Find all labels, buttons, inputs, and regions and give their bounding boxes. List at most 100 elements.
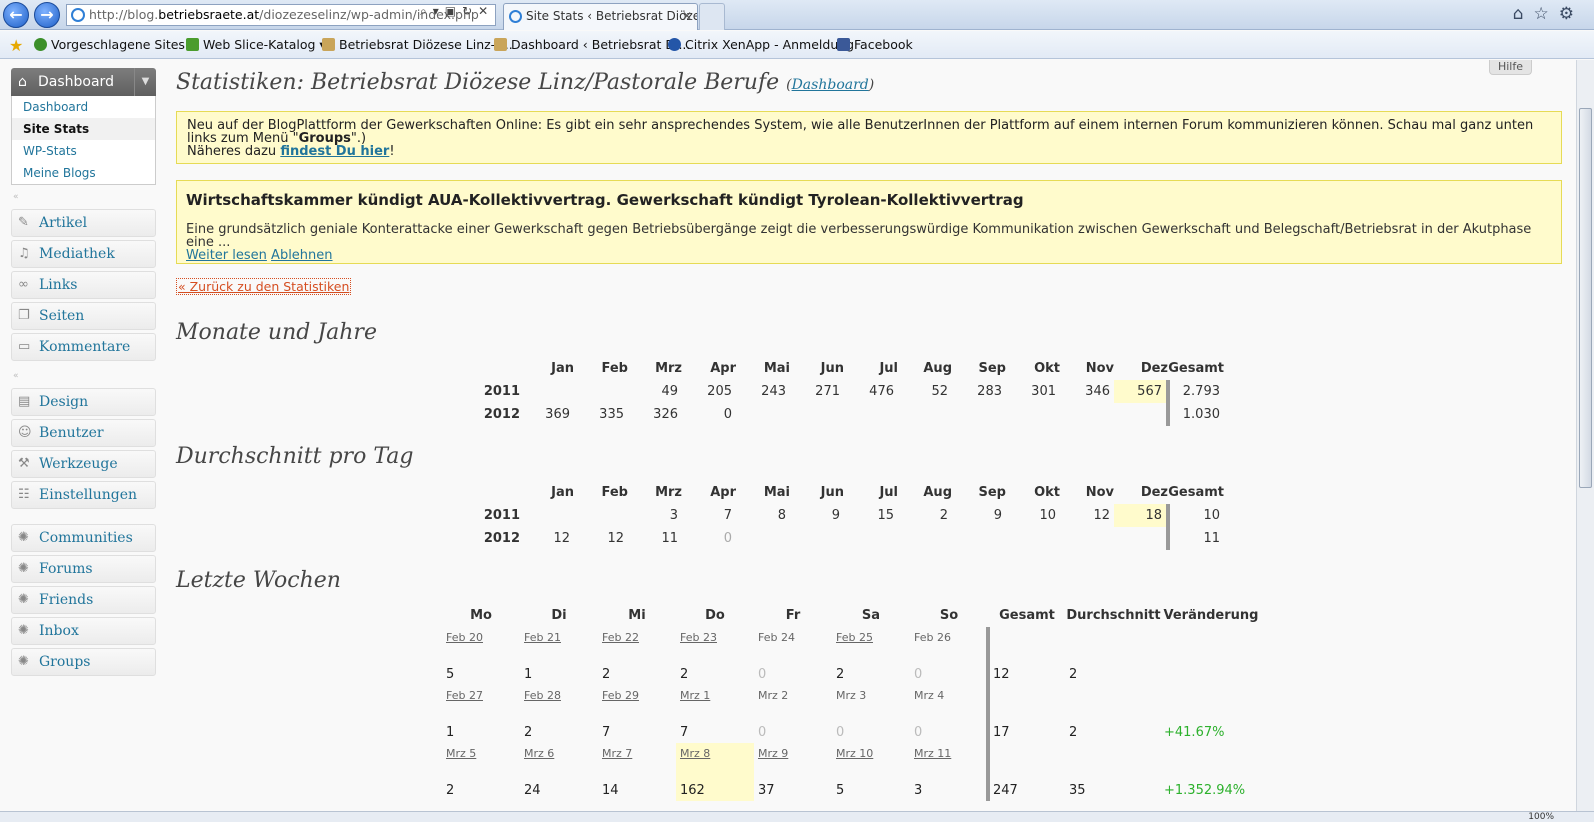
tab-close-icon[interactable]: ✕: [682, 4, 692, 29]
day-cell: Feb 23 2: [676, 627, 754, 685]
day-value: 0: [836, 725, 845, 740]
month-value: 9: [993, 508, 1002, 523]
day-date-link: Mrz 3: [836, 689, 867, 702]
day-date-link[interactable]: Mrz 5: [446, 747, 476, 760]
avg-section-title: Durchschnitt pro Tag: [176, 444, 414, 469]
scrollbar-thumb[interactable]: [1579, 108, 1592, 488]
day-date-link[interactable]: Feb 20: [446, 631, 483, 644]
month-value: [1006, 403, 1060, 426]
sidebar-item-forums[interactable]: ✺ Forums: [11, 555, 156, 583]
day-date-link[interactable]: Feb 23: [680, 631, 717, 644]
sidebar-item-links[interactable]: ∞ Links: [11, 271, 156, 299]
collapse-arrow-icon[interactable]: ▼: [134, 68, 156, 96]
month-value: 18: [1114, 504, 1168, 527]
sidebar-item-friends[interactable]: ✺ Friends: [11, 586, 156, 614]
day-value: 3: [914, 783, 923, 798]
submenu-wp-stats[interactable]: WP-Stats: [12, 140, 155, 162]
compat-icon[interactable]: ▣: [445, 4, 462, 18]
months-col-header: Jan: [551, 361, 574, 376]
back-to-stats-link[interactable]: « Zurück zu den Statistiken: [176, 278, 352, 295]
sidebar-dashboard-header[interactable]: ⌂ Dashboard ▼: [11, 68, 156, 96]
month-value: 9: [831, 508, 840, 523]
refresh-icon[interactable]: ↻: [462, 4, 478, 18]
submenu-meine-blogs[interactable]: Meine Blogs: [12, 162, 155, 184]
news-notice: Wirtschaftskammer kündigt AUA-Kollektivv…: [176, 180, 1562, 264]
sidebar-item-groups[interactable]: ✺ Groups: [11, 648, 156, 676]
tab-site-stats[interactable]: Site Stats ‹ Betriebsrat Diöze... ✕: [503, 3, 698, 30]
weeks-col-header: Di: [551, 607, 567, 623]
fav-citrix[interactable]: Citrix XenApp - Anmeldung: [668, 37, 854, 52]
sidebar-item-mediathek[interactable]: ♫ Mediathek: [11, 240, 156, 268]
gear-icon[interactable]: ⚙: [1559, 4, 1584, 24]
day-cell: Mrz 11 3: [910, 743, 988, 801]
week-row: Mrz 5 2 Mrz 6 24 Mrz 7 14 Mrz 8 162 Mrz 9 37 Mrz 1…: [442, 743, 1261, 801]
month-value: [790, 527, 844, 550]
notice-link[interactable]: findest Du hier: [280, 144, 389, 159]
months-col-header: Gesamt: [1168, 361, 1224, 376]
day-cell: Mrz 2 0: [754, 685, 832, 743]
day-date-link[interactable]: Mrz 7: [602, 747, 632, 760]
day-cell: Feb 25 2: [832, 627, 910, 685]
favorites-star-icon[interactable]: ★: [9, 36, 23, 55]
sidebar-item-artikel[interactable]: ✎ Artikel: [11, 209, 156, 237]
fav-betriebsrat[interactable]: Betriebsrat Diözese Linz-P...: [322, 37, 513, 52]
fav-web-slice[interactable]: Web Slice-Katalog ▾: [186, 37, 326, 52]
separator-arrow-icon[interactable]: «: [11, 364, 156, 388]
search-icon[interactable]: ⌕: [420, 4, 433, 18]
day-date-link[interactable]: Feb 25: [836, 631, 873, 644]
day-date-link[interactable]: Mrz 9: [758, 747, 788, 760]
sidebar-item-benutzer[interactable]: ☺ Benutzer: [11, 419, 156, 447]
day-date-link[interactable]: Mrz 6: [524, 747, 554, 760]
dismiss-link[interactable]: Ablehnen: [271, 248, 332, 263]
day-cell: Feb 26 0: [910, 627, 988, 685]
page-title: Statistiken: Betriebsrat Diözese Linz/Pa…: [176, 70, 874, 95]
sidebar-item-kommentare[interactable]: ▭ Kommentare: [11, 333, 156, 361]
separator-arrow-icon[interactable]: «: [11, 185, 156, 209]
sidebar-item-werkzeuge[interactable]: ⚒ Werkzeuge: [11, 450, 156, 478]
day-date-link[interactable]: Feb 21: [524, 631, 561, 644]
day-date-link[interactable]: Feb 27: [446, 689, 483, 702]
sidebar-item-seiten[interactable]: ❐ Seiten: [11, 302, 156, 330]
month-value: 326: [653, 407, 678, 422]
month-value: 52: [931, 384, 948, 399]
day-date-link[interactable]: Feb 22: [602, 631, 639, 644]
day-cell: Feb 28 2: [520, 685, 598, 743]
fav-facebook[interactable]: Facebook: [837, 37, 913, 52]
sidebar-item-communities[interactable]: ✺ Communities: [11, 524, 156, 552]
dropdown-icon[interactable]: ▾: [433, 4, 445, 18]
month-value: 12: [1093, 508, 1110, 523]
back-button[interactable]: ←: [3, 2, 29, 28]
day-date-link[interactable]: Mrz 11: [914, 747, 951, 760]
day-date-link[interactable]: Mrz 10: [836, 747, 873, 760]
status-bar: 100%: [0, 811, 1594, 822]
day-date-link[interactable]: Mrz 8: [680, 747, 710, 760]
fav-suggested-sites[interactable]: Vorgeschlagene Sites ▾: [34, 37, 195, 52]
stop-icon[interactable]: ✕: [478, 4, 494, 18]
vertical-scrollbar[interactable]: [1576, 60, 1594, 811]
day-date-link[interactable]: Feb 28: [524, 689, 561, 702]
favorites-star-icon[interactable]: ☆: [1534, 4, 1559, 24]
week-row: Feb 20 5 Feb 21 1 Feb 22 2 Feb 23 2 Feb 24 0 Feb 2…: [442, 627, 1261, 685]
read-more-link[interactable]: Weiter lesen: [186, 248, 267, 263]
day-cell: Mrz 4 0: [910, 685, 988, 743]
day-date-link[interactable]: Feb 29: [602, 689, 639, 702]
month-value: [520, 380, 574, 403]
sidebar-item-einstellungen[interactable]: ☷ Einstellungen: [11, 481, 156, 509]
submenu-dashboard[interactable]: Dashboard: [12, 96, 155, 118]
forward-button[interactable]: →: [34, 2, 60, 28]
fav-dashboard[interactable]: Dashboard ‹ Betriebsrat Di...: [494, 37, 690, 52]
month-value: [1114, 403, 1168, 426]
help-tab[interactable]: Hilfe: [1488, 60, 1532, 75]
sidebar-item-design[interactable]: ▤ Design: [11, 388, 156, 416]
months-col-header: Apr: [710, 361, 736, 376]
submenu-site-stats[interactable]: Site Stats: [12, 118, 155, 140]
browser-icons: ⌂☆⚙: [1513, 4, 1584, 24]
day-date-link[interactable]: Mrz 1: [680, 689, 710, 702]
new-tab-button[interactable]: [699, 3, 725, 30]
home-icon[interactable]: ⌂: [1513, 4, 1534, 24]
month-value: [574, 380, 628, 403]
sidebar-item-inbox[interactable]: ✺ Inbox: [11, 617, 156, 645]
dashboard-link[interactable]: Dashboard: [792, 77, 869, 93]
day-value: 14: [602, 783, 619, 798]
zoom-level[interactable]: 100%: [1528, 812, 1554, 822]
